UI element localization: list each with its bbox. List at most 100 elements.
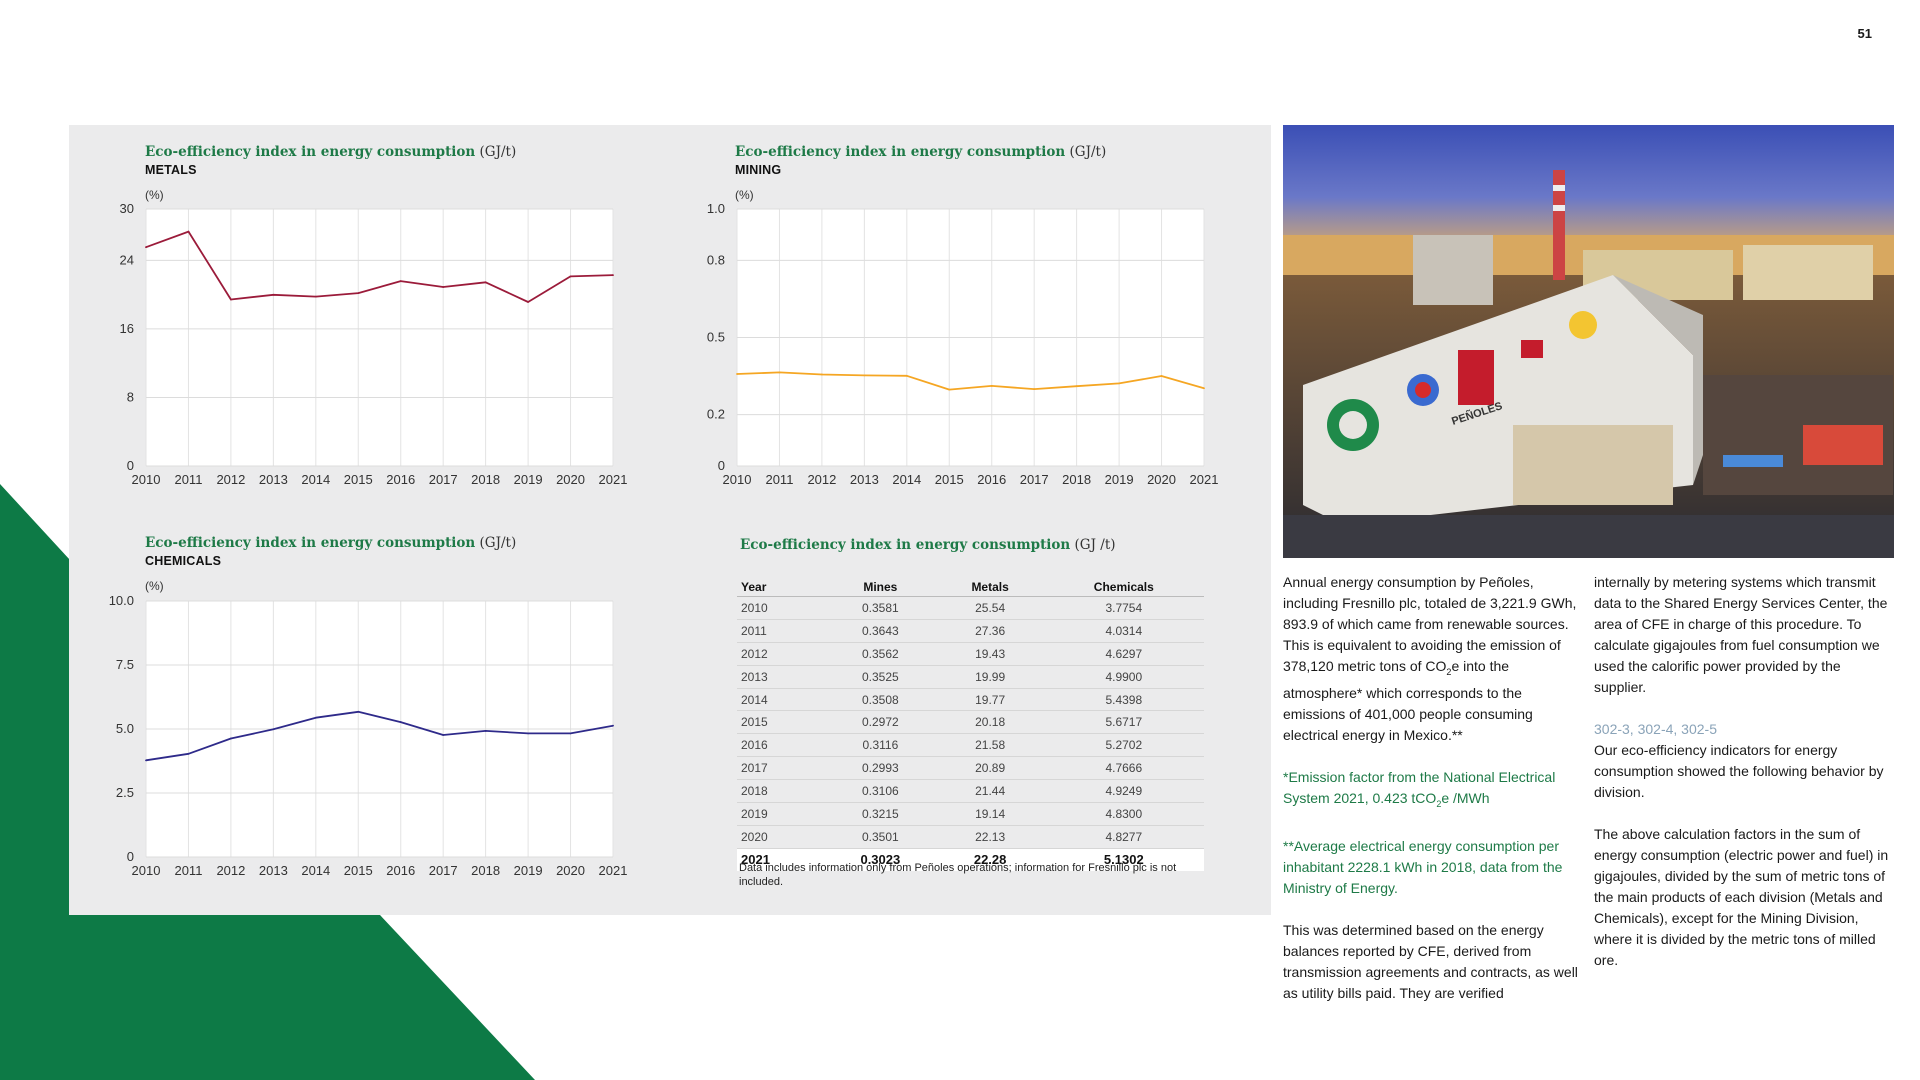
y-tick-label: 16 [120, 321, 134, 336]
footnote-average-consumption: **Average electrical energy consumption … [1283, 837, 1563, 896]
data-point [357, 710, 360, 713]
paragraph-energy-consumption: Annual energy consumption by Peñoles, in… [1283, 574, 1577, 743]
x-tick-label: 2014 [892, 472, 921, 487]
plot-area [146, 209, 613, 466]
x-tick-label: 2021 [599, 863, 628, 878]
data-point [736, 373, 738, 375]
chart-unit-chemicals: (%) [145, 579, 164, 593]
x-tick-label: 2016 [386, 472, 415, 487]
x-tick-label: 2019 [514, 472, 543, 487]
table-cell: 25.54 [936, 596, 1044, 620]
x-tick-label: 2014 [301, 863, 330, 878]
y-tick-label: 10.0 [109, 593, 134, 608]
table-cell: 2013 [737, 665, 825, 689]
y-tick-label: 8 [127, 389, 134, 404]
data-point [527, 301, 529, 303]
line-chart-chemicals: 0 2.5 5.0 7.5 10.0 2010 2011 2012 2013 2014 2015 20… [109, 593, 628, 878]
data-point [948, 388, 951, 391]
y-tick-label: 0 [127, 849, 134, 864]
data-point [612, 724, 614, 727]
table-row: 2016 0.3116 21.58 5.2702 [737, 733, 1204, 758]
data-point [1160, 375, 1163, 377]
table-cell: 19.43 [936, 642, 1044, 666]
y-tick-label: 2.5 [116, 785, 134, 800]
data-point [230, 737, 232, 740]
table-row: 2013 0.3525 19.99 4.9900 [737, 665, 1204, 689]
table-cell: 2012 [737, 642, 825, 666]
table-cell: 4.9900 [1043, 665, 1204, 689]
table-row: 2014 0.3508 19.77 5.4398 [737, 688, 1204, 712]
paragraph-energy-balances: This was determined based on the energy … [1283, 921, 1578, 1001]
chart-subtitle-chemicals: CHEMICALS [145, 554, 222, 568]
x-tick-label: 2011 [174, 472, 202, 487]
data-point [527, 732, 529, 735]
page-number: 51 [1857, 26, 1872, 41]
table-cell: 0.2972 [824, 710, 937, 735]
data-point [569, 732, 572, 735]
data-point [484, 730, 487, 732]
y-tick-label: 30 [120, 201, 134, 216]
data-point [314, 295, 317, 298]
data-point [778, 371, 781, 374]
table-cell: 5.6717 [1043, 710, 1204, 735]
y-tick-label: 0 [127, 458, 134, 473]
x-tick-label: 2017 [429, 472, 458, 487]
data-point [230, 298, 232, 301]
chart-unit-mining: (%) [735, 188, 754, 202]
data-point [145, 246, 147, 249]
x-tick-label: 2016 [977, 472, 1006, 487]
table-cell: 20.18 [936, 710, 1044, 735]
table-header-mines: Mines [824, 578, 937, 597]
table-cell: 4.8277 [1043, 825, 1204, 849]
table-cell: 2016 [737, 733, 825, 758]
data-point [1033, 388, 1036, 390]
x-tick-label: 2018 [1062, 472, 1091, 487]
table-row: 2011 0.3643 27.36 4.0314 [737, 619, 1204, 643]
table-row: 2015 0.2972 20.18 5.6717 [737, 710, 1204, 735]
data-point [484, 281, 487, 284]
gri-reference: 302-3, 302-4, 302-5 [1594, 721, 1717, 737]
table-cell: 0.3116 [824, 733, 937, 758]
table-header-row: Year Mines Metals Chemicals [737, 578, 1204, 597]
data-point [905, 374, 908, 377]
data-point [1203, 387, 1205, 390]
table-cell: 19.77 [936, 688, 1044, 712]
table-cell: 2017 [737, 756, 825, 781]
x-tick-label: 2010 [132, 472, 161, 487]
table-cell: 4.0314 [1043, 619, 1204, 643]
table-row: 2017 0.2993 20.89 4.7666 [737, 756, 1204, 781]
table-row: 2010 0.3581 25.54 3.7754 [737, 596, 1204, 620]
x-tick-label: 2013 [259, 863, 288, 878]
paragraph-metering-systems: internally by metering systems which tra… [1594, 574, 1888, 695]
x-tick-label: 2019 [1105, 472, 1134, 487]
x-tick-label: 2013 [259, 472, 288, 487]
x-tick-label: 2012 [216, 472, 245, 487]
table-cell: 0.3215 [824, 802, 937, 826]
x-tick-label: 2014 [301, 472, 330, 487]
data-point [272, 293, 275, 296]
data-point [569, 275, 572, 278]
x-tick-label: 2019 [514, 863, 543, 878]
table-cell: 20.89 [936, 756, 1044, 781]
chart-unit-metals: (%) [145, 188, 164, 202]
paragraph-calculation-factors: The above calculation factors in the sum… [1594, 826, 1889, 968]
x-tick-label: 2011 [765, 472, 793, 487]
table-header-metals: Metals [936, 578, 1044, 597]
table-cell: 21.58 [936, 733, 1044, 758]
y-tick-label: 0.8 [707, 252, 725, 267]
table-title: Eco-efficiency index in energy consumpti… [740, 537, 1116, 553]
table-header-chemicals: Chemicals [1043, 578, 1204, 597]
data-point [1075, 385, 1078, 388]
body-text-column-1: Annual energy consumption by Peñoles, in… [1283, 572, 1583, 1025]
body-text-column-2: internally by metering systems which tra… [1594, 572, 1894, 992]
data-point [442, 734, 445, 736]
data-point [990, 385, 993, 387]
x-tick-label: 2017 [429, 863, 458, 878]
table-cell: 0.3508 [824, 688, 937, 712]
table-cell: 0.3501 [824, 825, 937, 849]
data-point [863, 374, 866, 377]
eco-efficiency-table: Year Mines Metals Chemicals 2010 0.3581 25.54… [737, 578, 1204, 871]
table-cell: 19.14 [936, 802, 1044, 826]
table-cell: 2018 [737, 779, 825, 804]
table-cell: 2011 [737, 619, 825, 643]
